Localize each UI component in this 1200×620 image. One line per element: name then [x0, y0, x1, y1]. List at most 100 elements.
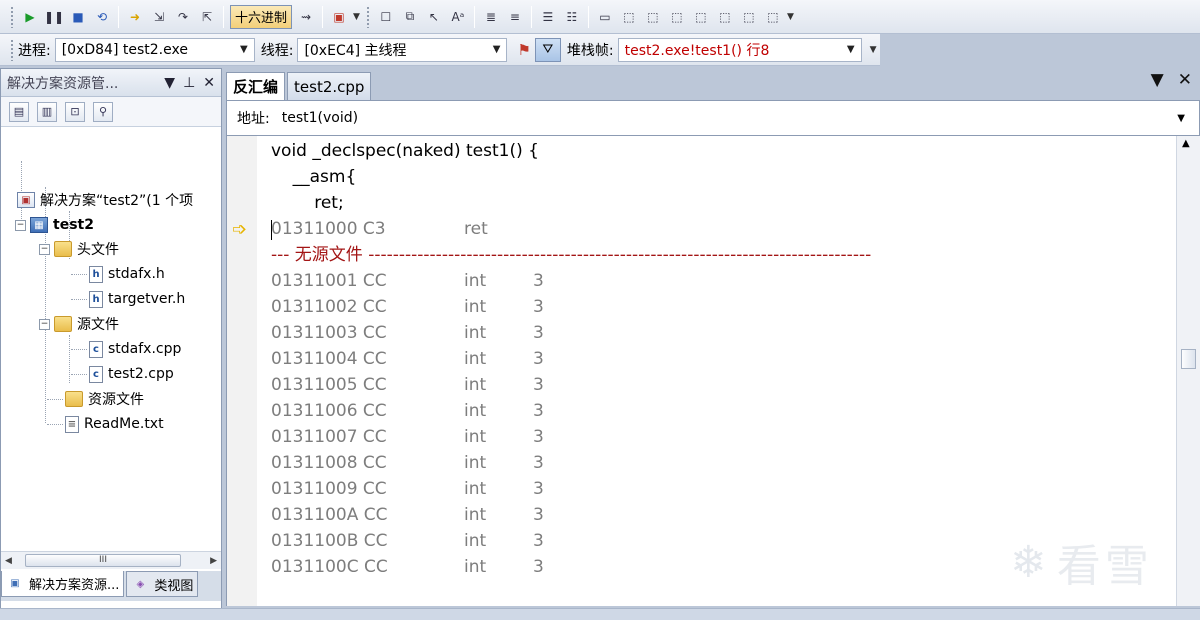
close-icon[interactable]: ✕	[203, 75, 215, 91]
instruction-line[interactable]: 01311004 CC int 3	[271, 346, 871, 372]
collapse-icon[interactable]: −	[39, 243, 50, 255]
chevron-down-icon: ▼	[240, 44, 248, 55]
instruction-address: 0131100A CC	[271, 505, 388, 525]
flag-icon[interactable]: ⚑	[517, 41, 530, 59]
select-icon[interactable]: ↖	[423, 6, 445, 28]
scroll-thumb[interactable]: III	[25, 554, 181, 567]
thread-dropdown[interactable]: [0xEC4] 主线程 ▼	[297, 37, 508, 62]
source-line[interactable]: ret;	[271, 190, 343, 216]
address-combobox[interactable]: test1(void) ▼	[278, 105, 1189, 131]
pin-icon[interactable]: ⊥	[183, 75, 195, 91]
instruction-line[interactable]: 0131100B CC int 3	[271, 528, 871, 554]
tree-line	[71, 349, 87, 350]
stop-icon[interactable]: ■	[67, 6, 89, 28]
class-diagram-icon[interactable]: ⚲	[93, 101, 113, 122]
separator	[587, 5, 589, 28]
tree-item-file[interactable]: h targetver.h	[89, 288, 185, 310]
instruction-line[interactable]: 01311002 CC int 3	[271, 294, 871, 320]
chevron-down-icon[interactable]: ▼	[1151, 70, 1164, 90]
filter-icon[interactable]: ⛛	[534, 37, 561, 62]
properties-icon[interactable]: ▤	[9, 101, 29, 122]
scroll-right-icon[interactable]: ▶	[210, 556, 217, 566]
continue-icon[interactable]: ▶	[19, 6, 41, 28]
prev-bookmark-icon[interactable]: ⬚	[618, 6, 640, 28]
instruction-opcode: ret	[464, 219, 488, 239]
chevron-down-icon[interactable]: ▼	[353, 12, 360, 22]
hex-display-button[interactable]: 十六进制	[230, 4, 293, 29]
prev-bookmark-folder-icon[interactable]: ⬚	[666, 6, 688, 28]
scroll-left-icon[interactable]: ◀	[5, 556, 12, 566]
breakpoint-hover-icon[interactable]: ⇝	[295, 6, 317, 28]
indent-icon[interactable]: ≣	[480, 6, 502, 28]
vertical-scrollbar[interactable]: ▲	[1176, 136, 1200, 606]
outdent-icon[interactable]: ≡	[504, 6, 526, 28]
toolbar-grip[interactable]	[10, 5, 14, 28]
comment-icon[interactable]: ☰	[537, 6, 559, 28]
prev-document-bookmark-icon[interactable]: ⬚	[714, 6, 736, 28]
bookmark-icon[interactable]: ▭	[594, 6, 616, 28]
stack-frame-dropdown[interactable]: test2.exe!test1() 行8 ▼	[617, 37, 862, 62]
restart-icon[interactable]: ⟲	[91, 6, 113, 28]
horizontal-scrollbar[interactable]: ◀ III ▶	[1, 551, 221, 569]
tab-solution-explorer[interactable]: ▣ 解决方案资源...	[1, 571, 125, 597]
instruction-line[interactable]: 01311005 CC int 3	[271, 372, 871, 398]
instruction-line[interactable]: 01311006 CC int 3	[271, 398, 871, 424]
chevron-down-icon[interactable]: ▼	[164, 75, 175, 91]
instruction-line[interactable]: 01311001 CC int 3	[271, 268, 871, 294]
toolbar-grip[interactable]	[365, 5, 370, 28]
tab-test2-cpp[interactable]: test2.cpp	[287, 72, 372, 100]
tree-item-source-folder[interactable]: − 源文件	[39, 313, 119, 335]
tree-item-file[interactable]: c stdafx.cpp	[89, 338, 181, 360]
tree-item-project[interactable]: − ▦ test2	[15, 214, 94, 236]
process-dropdown[interactable]: [0xD84] test2.exe ▼	[54, 37, 255, 62]
instruction-line[interactable]: 01311009 CC int 3	[271, 476, 871, 502]
chevron-down-icon[interactable]: ▼	[787, 12, 794, 22]
scroll-thumb[interactable]	[1181, 349, 1196, 369]
step-into-icon[interactable]: ⇲	[148, 6, 170, 28]
clear-bookmarks-icon[interactable]: ⬚	[762, 6, 784, 28]
uncomment-icon[interactable]: ☷	[561, 6, 583, 28]
current-instruction-line[interactable]: 01311000 C3 ret	[271, 216, 871, 242]
next-bookmark-icon[interactable]: ⬚	[642, 6, 664, 28]
step-out-icon[interactable]: ⇱	[196, 6, 218, 28]
toolbar-grip[interactable]	[10, 38, 14, 61]
instruction-opcode: int	[464, 453, 487, 473]
tree-item-resource-folder[interactable]: 资源文件	[65, 388, 144, 410]
disasm-options-icon[interactable]: ☐	[375, 6, 397, 28]
source-line[interactable]: __asm{	[271, 164, 357, 190]
tree-item-file[interactable]: ≡ ReadMe.txt	[65, 413, 164, 435]
tree-item-label: 资源文件	[88, 392, 144, 408]
copy-icon[interactable]: ⧉	[399, 6, 421, 28]
tree-item-solution[interactable]: ▣ 解决方案“test2”(1 个项	[17, 189, 193, 211]
next-document-bookmark-icon[interactable]: ⬚	[738, 6, 760, 28]
collapse-icon[interactable]: −	[39, 318, 50, 330]
instruction-line[interactable]: 01311008 CC int 3	[271, 450, 871, 476]
breakpoints-window-icon[interactable]: ▣	[328, 6, 350, 28]
font-icon[interactable]: Aᵃ	[447, 6, 469, 28]
scroll-up-icon[interactable]: ▲	[1182, 138, 1190, 149]
tree-item-file[interactable]: c test2.cpp	[89, 363, 174, 385]
tree-item-file[interactable]: h stdafx.h	[89, 263, 165, 285]
chevron-down-icon[interactable]: ▼	[870, 45, 877, 55]
instruction-line[interactable]: 0131100A CC int 3	[271, 502, 871, 528]
chevron-down-icon[interactable]: ▼	[1177, 113, 1185, 124]
tree-item-label: 解决方案“test2”(1 个项	[40, 193, 194, 209]
chevron-down-icon: ▼	[492, 44, 501, 55]
instruction-line[interactable]: 01311003 CC int 3	[271, 320, 871, 346]
tab-disassembly[interactable]: 反汇编	[226, 72, 286, 100]
indicator-margin[interactable]	[227, 136, 257, 606]
show-next-statement-icon[interactable]: ➜	[124, 6, 146, 28]
close-icon[interactable]: ✕	[1178, 70, 1192, 90]
instruction-line[interactable]: 01311007 CC int 3	[271, 424, 871, 450]
break-all-icon[interactable]: ❚❚	[43, 6, 65, 28]
watermark-logo: ❄ 看雪	[1010, 530, 1153, 594]
show-all-files-icon[interactable]: ▥	[37, 101, 57, 122]
source-line[interactable]: void _declspec(naked) test1() {	[271, 138, 539, 164]
instruction-line[interactable]: 0131100C CC int 3	[271, 554, 871, 580]
refresh-icon[interactable]: ⊡	[65, 101, 85, 122]
collapse-icon[interactable]: −	[15, 219, 26, 231]
tree-item-header-folder[interactable]: − 头文件	[39, 238, 119, 260]
step-over-icon[interactable]: ↷	[172, 6, 194, 28]
tab-class-view[interactable]: ◈ 类视图	[126, 571, 199, 597]
next-bookmark-folder-icon[interactable]: ⬚	[690, 6, 712, 28]
